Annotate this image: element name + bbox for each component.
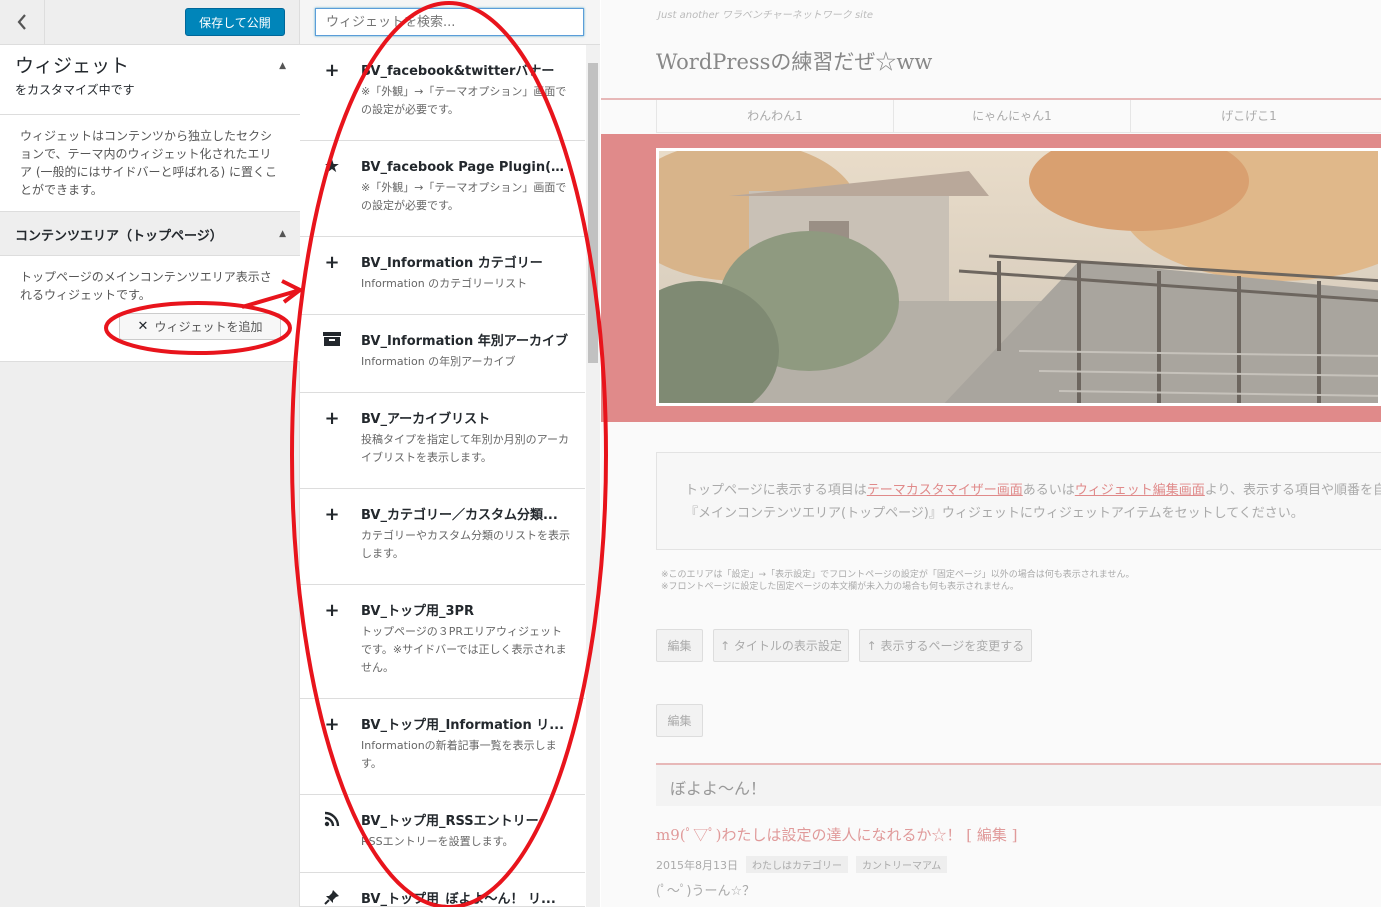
widget-item[interactable]: + BV_トップ用_3PR トップページの３PRエリアウィジェットです。※サイド… — [300, 585, 585, 699]
widget-name: BV_Information カテゴリー — [361, 256, 543, 271]
widget-name: BV_トップ用_ぼよよ〜ん！ リ... — [361, 892, 556, 907]
category-tag[interactable]: カントリーマアム — [856, 856, 948, 873]
close-x-icon: ✕ — [137, 319, 149, 334]
widget-description: 投稿タイプを指定して年別か月別のアーカイブリストを表示します。 — [361, 433, 570, 464]
widget-item[interactable]: ★ BV_facebook Page Plugin(Lik... ※「外観」→「… — [300, 141, 585, 237]
plus-icon: + — [324, 504, 340, 525]
widget-name: BV_トップ用_Information リ... — [361, 718, 565, 733]
global-nav: わんわん1 にゃんにゃん1 げこげこ1 — [656, 100, 1381, 133]
archive-icon — [322, 331, 342, 351]
back-button[interactable] — [0, 0, 45, 45]
widget-editor-link[interactable]: ウィジェット編集画面 — [1075, 483, 1205, 498]
site-tagline: Just another ワラベンチャーネットワーク site — [658, 10, 874, 21]
widget-item[interactable]: + BV_トップ用_Information リ... Informationの新… — [300, 699, 585, 795]
edit-button-2[interactable]: 編集 — [656, 704, 703, 737]
widget-item[interactable]: BV_トップ用_RSSエントリー RSSエントリーを設置します。 — [300, 795, 585, 873]
widget-description: カテゴリーやカスタム分類のリストを表示します。 — [361, 529, 570, 560]
customizer-header: 保存して公開 — [0, 0, 299, 45]
nav-item[interactable]: げこげこ1 — [1130, 100, 1367, 132]
scrollbar-thumb[interactable] — [588, 63, 598, 363]
plus-icon: + — [324, 252, 340, 273]
content-area-description: トップページのメインコンテンツエリア表示されるウィジェットです。 — [20, 270, 272, 302]
available-widgets-panel: + BV_facebook&twitterバナー ※「外観」→「テーマオプション… — [300, 0, 600, 907]
star-icon: ★ — [323, 156, 341, 177]
widget-description: Informationの新着記事一覧を表示します。 — [361, 739, 557, 770]
content-area-header[interactable]: コンテンツエリア（トップページ） ▲ — [0, 212, 300, 256]
plus-icon: + — [324, 60, 340, 81]
widget-name: BV_アーカイブリスト — [361, 412, 491, 427]
widget-description: Information の年別アーカイブ — [361, 355, 516, 368]
widget-item[interactable]: + BV_カテゴリー／カスタム分類... カテゴリーやカスタム分類のリストを表示… — [300, 489, 585, 585]
widget-name: BV_facebook&twitterバナー — [361, 64, 555, 79]
widget-description: ※「外観」→「テーマオプション」画面での設定が必要です。 — [361, 181, 567, 212]
post-date: 2015年8月13日 — [656, 858, 738, 872]
nav-item[interactable]: わんわん1 — [656, 100, 893, 132]
site-preview: Just another ワラベンチャーネットワーク site WordPres… — [601, 0, 1381, 907]
widget-item[interactable]: BV_Information 年別アーカイブ Information の年別アー… — [300, 315, 585, 393]
customizer-link[interactable]: テーマカスタマイザー画面 — [867, 483, 1023, 498]
note-line: ※フロントページに設定した固定ページの本文欄が未入力の場合も何も表示されません。 — [661, 582, 1019, 592]
widget-name: BV_トップ用_RSSエントリー — [361, 814, 539, 829]
section-title-box: ウィジェット をカスタマイズ中です ▲ — [0, 45, 300, 115]
widgets-description: ウィジェットはコンテンツから独立したセクションで、テーマ内のウィジェット化された… — [0, 115, 300, 212]
plus-icon: + — [324, 408, 340, 429]
customizer-panel: 保存して公開 ウィジェット をカスタマイズ中です ▲ ウィジェットはコンテンツか… — [0, 0, 300, 907]
add-widget-button[interactable]: ✕ ウィジェットを追加 — [119, 313, 281, 340]
note-line: ※このエリアは「設定」→「表示設定」でフロントページの設定が「固定ページ」以外の… — [661, 570, 1135, 580]
widget-item[interactable]: + BV_Information カテゴリー Information のカテゴリ… — [300, 237, 585, 315]
widget-search-input[interactable] — [315, 8, 584, 36]
post-title[interactable]: m9(ﾟ▽ﾟ)わたしは設定の達人になれるか☆！ [ 編集 ] — [656, 824, 1017, 845]
top-page-info-box: トップページに表示する項目はテーマカスタマイザー画面あるいはウィジェット編集画面… — [656, 452, 1381, 550]
change-page-button[interactable]: ↑ 表示するページを変更する — [859, 629, 1032, 662]
add-widget-label: ウィジェットを追加 — [154, 320, 263, 334]
info-text: トップページに表示する項目は — [685, 483, 867, 498]
category-tag[interactable]: わたしはカテゴリー — [746, 856, 848, 873]
nav-item[interactable]: にゃんにゃん1 — [893, 100, 1130, 132]
save-and-publish-button[interactable]: 保存して公開 — [185, 8, 285, 36]
content-area-title: コンテンツエリア（トップページ） — [15, 229, 223, 244]
widget-name: BV_facebook Page Plugin(Lik... — [361, 160, 571, 175]
collapse-triangle-icon: ▲ — [279, 229, 286, 239]
widget-description: ※「外観」→「テーマオプション」画面での設定が必要です。 — [361, 85, 567, 116]
widget-description: RSSエントリーを設置します。 — [361, 835, 514, 848]
plus-icon: + — [324, 714, 340, 735]
info-text-line2: 『メインコンテンツエリア(トップページ)』ウィジェットにウィジェットアイテムをセ… — [685, 506, 1304, 521]
collapse-triangle-icon[interactable]: ▲ — [279, 61, 286, 71]
edit-button[interactable]: 編集 — [656, 629, 703, 662]
panel-subtitle: をカスタマイズ中です — [15, 83, 135, 97]
post-excerpt: (ﾟ〜ﾟ)うーん☆？ — [656, 884, 756, 899]
widget-name: BV_トップ用_3PR — [361, 604, 475, 619]
widget-item[interactable]: + BV_アーカイブリスト 投稿タイプを指定して年別か月別のアーカイブリストを表… — [300, 393, 585, 489]
title-display-setting-button[interactable]: ↑ タイトルの表示設定 — [713, 629, 849, 662]
plus-icon: + — [324, 600, 340, 621]
widget-item[interactable]: + BV_facebook&twitterバナー ※「外観」→「テーマオプション… — [300, 45, 585, 141]
widget-description: Information のカテゴリーリスト — [361, 277, 528, 290]
hero-photo-image — [656, 148, 1381, 406]
panel-title: ウィジェット — [15, 55, 130, 77]
info-text: あるいは — [1022, 483, 1075, 498]
info-text: より、表示する項目や順番を自由 — [1204, 483, 1381, 498]
widget-name: BV_カテゴリー／カスタム分類... — [361, 508, 558, 523]
site-title[interactable]: WordPressの練習だぜ☆ww — [656, 46, 932, 76]
widget-item[interactable]: BV_トップ用_ぼよよ〜ん！ リ... — [300, 873, 585, 907]
chevron-left-icon — [17, 11, 27, 35]
widget-name: BV_Information 年別アーカイブ — [361, 334, 568, 349]
widget-search-bar — [300, 0, 600, 45]
widget-description: トップページの３PRエリアウィジェットです。※サイドバーでは正しく表示されません… — [361, 625, 567, 674]
post-meta: 2015年8月13日 わたしはカテゴリー カントリーマアム — [656, 856, 948, 873]
rss-icon — [322, 811, 342, 832]
content-area-box: トップページのメインコンテンツエリア表示されるウィジェットです。 — [0, 256, 300, 362]
section-header: ぼよよ〜ん！ — [656, 763, 1381, 806]
widget-list-scrollbar[interactable] — [586, 45, 600, 907]
notes: ※このエリアは「設定」→「表示設定」でフロントページの設定が「固定ページ」以外の… — [661, 569, 1134, 593]
